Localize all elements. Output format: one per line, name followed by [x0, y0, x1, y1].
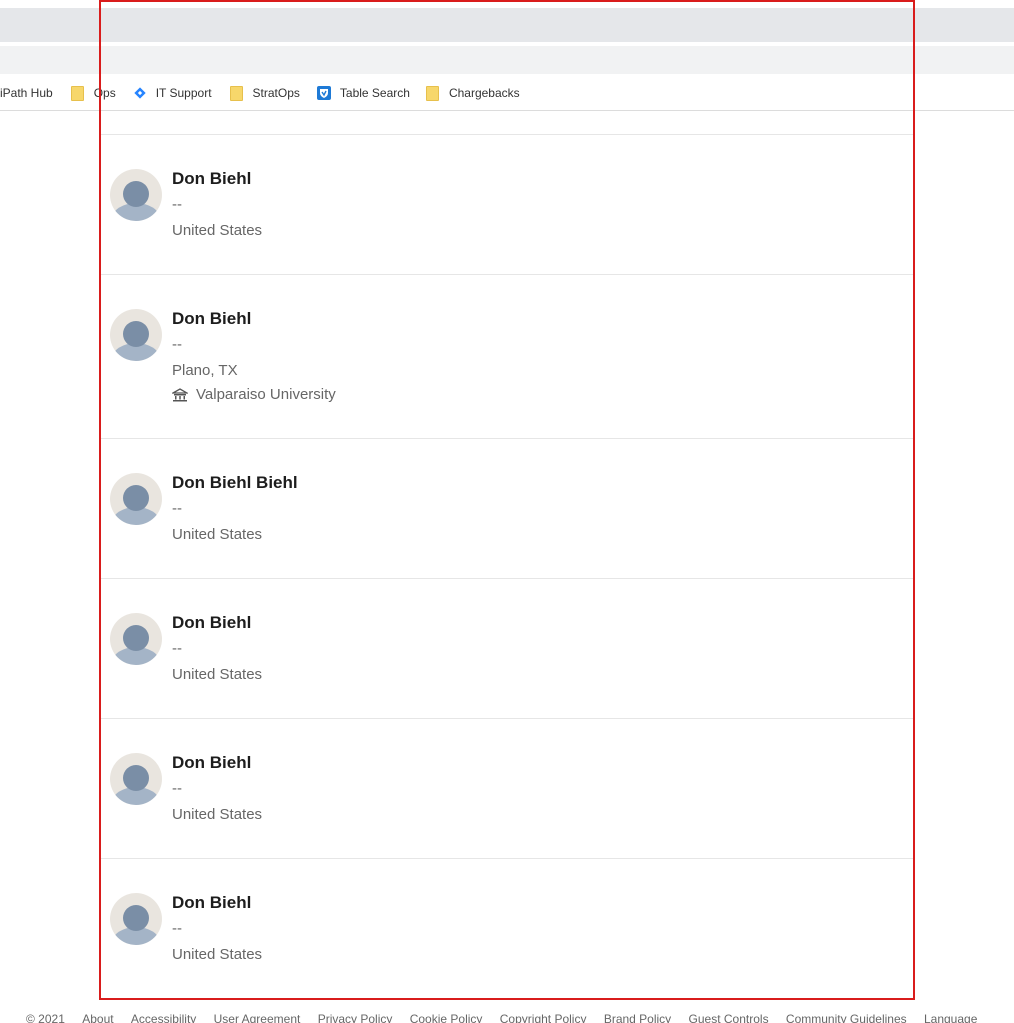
avatar-icon	[110, 309, 162, 361]
footer-link-community-guidelines[interactable]: Community Guidelines	[786, 1012, 907, 1023]
folder-icon	[70, 85, 84, 101]
bookmark-label: iPath Hub	[0, 86, 53, 100]
footer-copyright: © 2021	[26, 1012, 65, 1023]
avatar-icon	[110, 613, 162, 665]
search-results-panel: Don Biehl -- United States Don Biehl -- …	[99, 0, 915, 1000]
result-name[interactable]: Don Biehl	[172, 753, 251, 773]
result-name[interactable]: Don Biehl Biehl	[172, 473, 298, 493]
avatar-icon	[110, 473, 162, 525]
school-icon	[172, 387, 188, 401]
result-location: United States	[172, 526, 263, 543]
footer-link-guest-controls[interactable]: Guest Controls	[689, 1012, 769, 1023]
result-name[interactable]: Don Biehl	[172, 309, 251, 329]
footer-link-about[interactable]: About	[82, 1012, 113, 1023]
avatar-icon	[110, 169, 162, 221]
result-headline: --	[172, 920, 182, 937]
result-headline: --	[172, 640, 182, 657]
result-school: Valparaiso University	[172, 386, 336, 403]
footer-link-user-agreement[interactable]: User Agreement	[214, 1012, 301, 1023]
result-headline: --	[172, 196, 182, 213]
footer-link-brand-policy[interactable]: Brand Policy	[604, 1012, 671, 1023]
result-headline: --	[172, 780, 182, 797]
result-location: United States	[172, 222, 263, 239]
result-location: United States	[172, 806, 263, 823]
page-footer: © 2021 About Accessibility User Agreemen…	[0, 1012, 1014, 1023]
result-name[interactable]: Don Biehl	[172, 893, 251, 913]
footer-link-accessibility[interactable]: Accessibility	[131, 1012, 196, 1023]
list-item[interactable]: Don Biehl -- United States	[101, 718, 913, 858]
footer-link-cookie-policy[interactable]: Cookie Policy	[410, 1012, 483, 1023]
footer-link-copyright-policy[interactable]: Copyright Policy	[500, 1012, 587, 1023]
result-name[interactable]: Don Biehl	[172, 613, 251, 633]
list-item[interactable]: Don Biehl -- United States	[101, 578, 913, 718]
list-item[interactable]: Don Biehl -- United States	[101, 858, 913, 998]
result-name[interactable]: Don Biehl	[172, 169, 251, 189]
result-headline: --	[172, 336, 182, 353]
result-location: Plano, TX	[172, 362, 238, 379]
bookmark-ipath-hub[interactable]: iPath Hub	[0, 86, 53, 100]
result-headline: --	[172, 500, 182, 517]
avatar-icon	[110, 893, 162, 945]
avatar-icon	[110, 753, 162, 805]
result-location: United States	[172, 666, 263, 683]
list-item[interactable]: Don Biehl -- Plano, TX Valparaiso Univer…	[101, 274, 913, 438]
result-school-name: Valparaiso University	[196, 386, 336, 403]
footer-link-language[interactable]: Language	[924, 1012, 977, 1023]
list-item[interactable]: Don Biehl Biehl -- United States	[101, 438, 913, 578]
footer-link-privacy-policy[interactable]: Privacy Policy	[318, 1012, 393, 1023]
list-item[interactable]: Don Biehl -- United States	[101, 134, 913, 274]
result-location: United States	[172, 946, 263, 963]
